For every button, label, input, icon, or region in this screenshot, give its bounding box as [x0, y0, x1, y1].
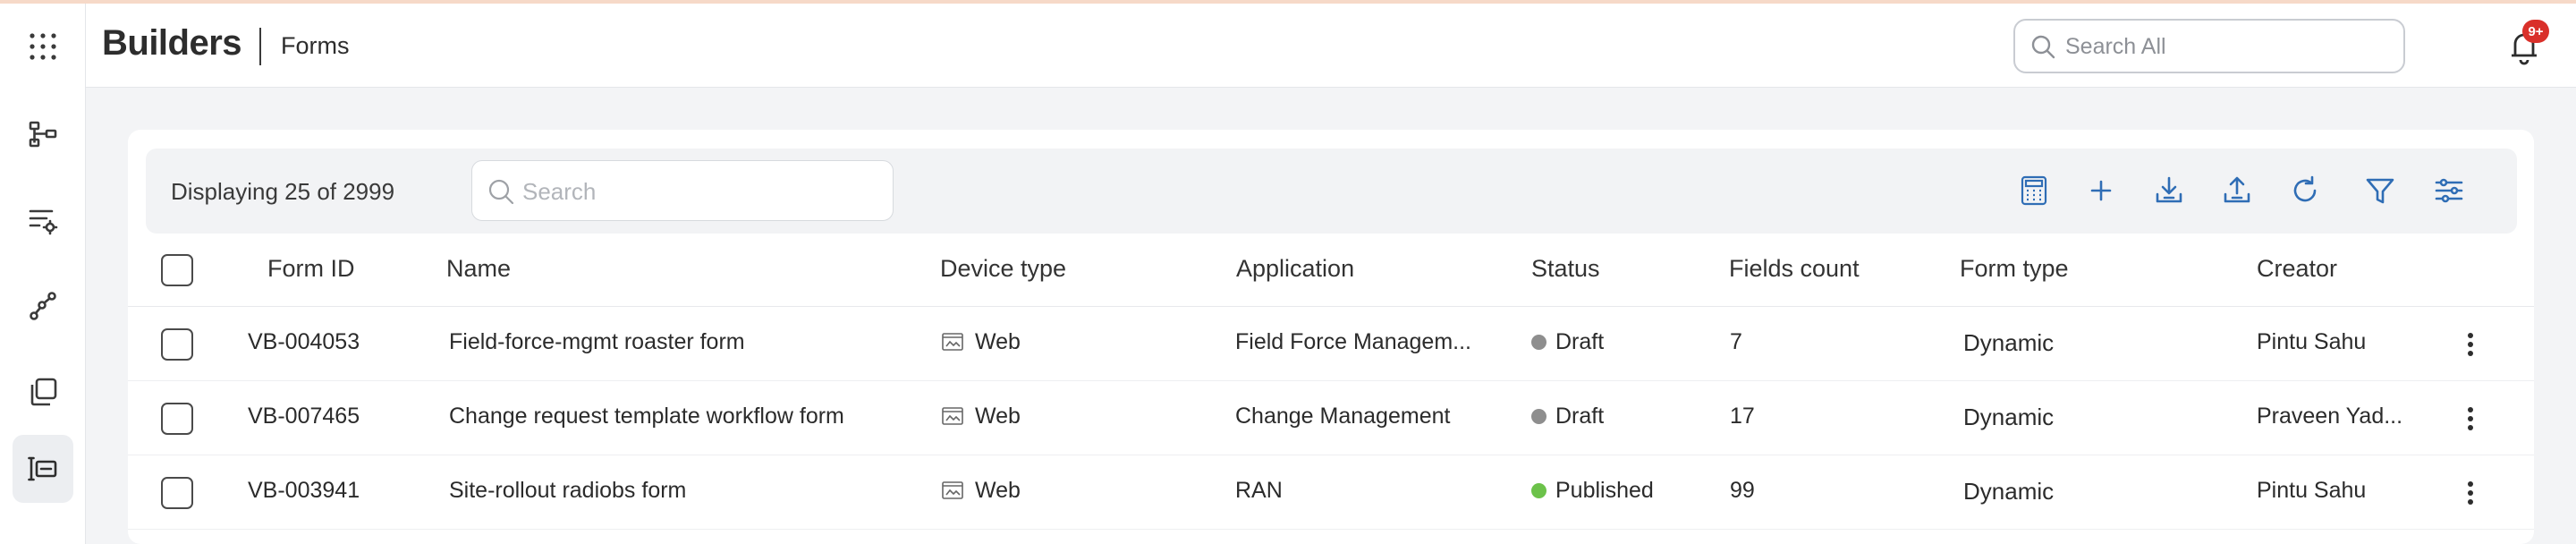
download-icon[interactable] [2151, 173, 2187, 208]
status-dot-published [1531, 483, 1546, 498]
device-type-label: Web [975, 404, 1021, 429]
left-rail [0, 4, 86, 544]
column-header-device-type[interactable]: Device type [940, 255, 1066, 283]
top-header: Builders Forms 9+ [86, 4, 2576, 88]
app-title: Builders [102, 23, 242, 63]
web-device-icon [942, 406, 963, 425]
cell-application: Change Management [1235, 404, 1451, 429]
copy-icon[interactable] [21, 370, 64, 413]
row-more-icon[interactable] [2460, 401, 2481, 437]
table-row[interactable]: VB-007465 Change request template workfl… [128, 381, 2534, 455]
global-search[interactable] [2013, 19, 2405, 73]
cell-form-id[interactable]: VB-007465 [248, 404, 360, 429]
calculator-icon[interactable] [2016, 173, 2052, 208]
status-label: Draft [1555, 404, 1605, 429]
table-toolbar: Displaying 25 of 2999 [146, 149, 2517, 234]
filter-icon[interactable] [2362, 173, 2398, 208]
cell-creator: Pintu Sahu [2257, 329, 2367, 354]
cell-fields-count: 17 [1730, 404, 1755, 429]
cell-form-id[interactable]: VB-003941 [248, 478, 360, 504]
cell-status: Draft [1531, 329, 1604, 355]
cell-status: Published [1531, 478, 1654, 504]
breadcrumb[interactable]: Forms [281, 32, 350, 60]
cell-fields-count: 7 [1730, 329, 1742, 354]
title-divider [259, 28, 261, 65]
select-all-checkbox[interactable] [161, 254, 193, 286]
row-more-icon[interactable] [2460, 475, 2481, 511]
web-device-icon [942, 480, 963, 499]
cell-name[interactable]: Site-rollout radiobs form [449, 478, 914, 504]
hierarchy-icon[interactable] [21, 113, 64, 156]
column-header-fields-count[interactable]: Fields count [1729, 255, 1860, 283]
cell-device-type: Web [941, 404, 1021, 429]
row-checkbox[interactable] [161, 477, 193, 509]
apps-grid-icon[interactable] [21, 25, 64, 68]
cell-application: Field Force Managem... [1235, 329, 1471, 354]
device-type-label: Web [975, 478, 1021, 503]
forms-table-card: Displaying 25 of 2999 Search Form ID Nam… [128, 130, 2534, 544]
table-row[interactable]: VB-004053 Field-force-mgmt roaster form … [128, 307, 2534, 381]
row-checkbox[interactable] [161, 403, 193, 435]
upload-icon[interactable] [2219, 173, 2255, 208]
record-count: Displaying 25 of 2999 [171, 178, 395, 205]
cell-form-type: Dynamic [1963, 329, 2055, 356]
column-header-application[interactable]: Application [1236, 255, 1354, 283]
table-row[interactable]: VB-003941 Site-rollout radiobs form Web … [128, 455, 2534, 530]
form-builder-icon[interactable] [13, 435, 73, 503]
column-header-form-id[interactable]: Form ID [267, 255, 355, 283]
add-icon[interactable] [2083, 173, 2119, 208]
status-label: Draft [1555, 329, 1605, 354]
cell-form-type: Dynamic [1963, 404, 2055, 430]
cell-form-id[interactable]: VB-004053 [248, 329, 360, 355]
notification-badge: 9+ [2522, 20, 2549, 43]
column-header-creator[interactable]: Creator [2257, 255, 2337, 283]
global-search-input[interactable] [2065, 31, 2387, 62]
workflow-icon[interactable] [21, 285, 64, 327]
web-device-icon [942, 332, 963, 351]
cell-fields-count: 99 [1730, 478, 1755, 503]
column-header-status[interactable]: Status [1531, 255, 1600, 283]
cell-device-type: Web [941, 478, 1021, 504]
search-icon [2031, 35, 2055, 59]
cell-creator: Praveen Yad... [2257, 404, 2403, 429]
column-header-name[interactable]: Name [446, 255, 511, 283]
status-dot-draft [1531, 335, 1546, 350]
status-label: Published [1555, 478, 1654, 503]
cell-form-type: Dynamic [1963, 478, 2055, 505]
table-search-input[interactable] [522, 175, 880, 208]
cell-device-type: Web [941, 329, 1021, 355]
status-dot-draft [1531, 409, 1546, 424]
row-more-icon[interactable] [2460, 327, 2481, 362]
row-checkbox[interactable] [161, 328, 193, 361]
device-type-label: Web [975, 329, 1021, 354]
table-header: Form ID Name Device type Application Sta… [128, 234, 2534, 307]
cell-name[interactable]: Field-force-mgmt roaster form [449, 329, 914, 355]
cell-name[interactable]: Change request template workflow form [449, 404, 914, 429]
cell-application: RAN [1235, 478, 1283, 503]
cell-status: Draft [1531, 404, 1604, 429]
cell-creator: Pintu Sahu [2257, 478, 2367, 503]
table-search[interactable] [471, 160, 894, 221]
column-settings-icon[interactable] [2431, 173, 2467, 208]
list-settings-icon[interactable] [21, 199, 64, 242]
search-icon [488, 179, 514, 205]
refresh-icon[interactable] [2287, 173, 2323, 208]
column-header-form-type[interactable]: Form type [1960, 255, 2069, 283]
